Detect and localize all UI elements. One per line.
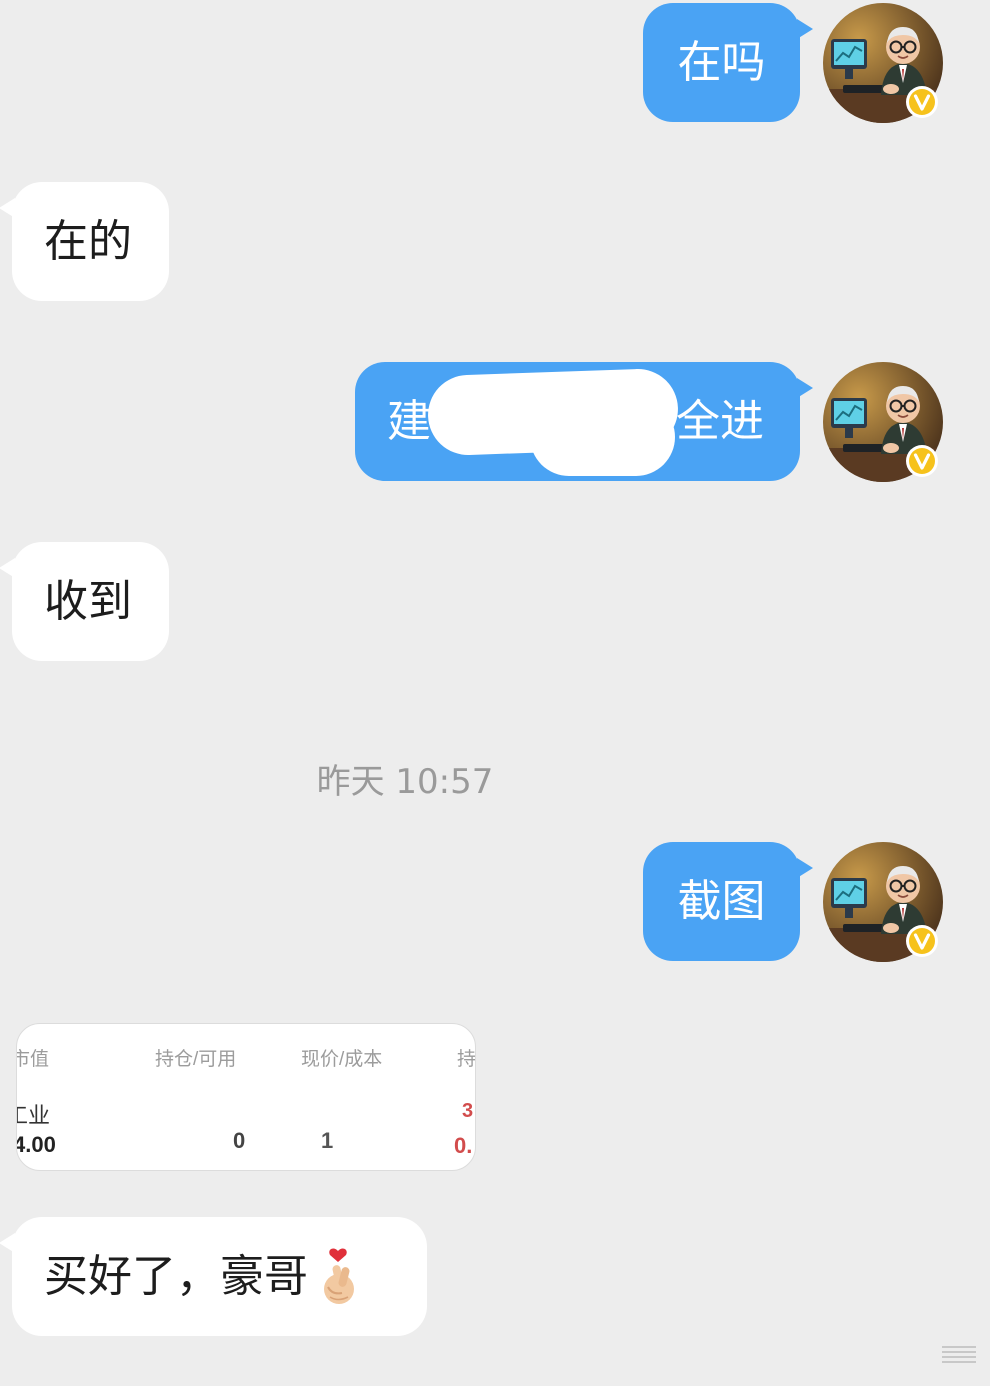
redaction-mark (335, 1124, 420, 1146)
avatar-icon (823, 362, 943, 482)
message-text: 在的 (44, 215, 132, 267)
column-header-position: 持仓/可用 (155, 1049, 237, 1070)
avatar-icon (823, 3, 943, 123)
profit-value: 3 (462, 1100, 474, 1122)
user-avatar[interactable] (823, 3, 943, 123)
avatar-icon (823, 842, 943, 962)
message-text: 在吗 (677, 36, 766, 88)
message-text-end: 全进 (676, 395, 764, 447)
message-bubble-outgoing[interactable]: 在吗 (643, 3, 813, 122)
user-avatar[interactable] (823, 842, 943, 962)
stock-name: 工业 (17, 1103, 51, 1128)
column-header-price: 现价/成本 (301, 1049, 383, 1070)
finger-heart-icon (324, 1247, 354, 1304)
redaction-mark (530, 398, 675, 476)
message-bubble-incoming[interactable]: 在的 (0, 182, 169, 301)
message-text-start: 建 (387, 395, 431, 447)
user-avatar[interactable] (823, 362, 943, 482)
resize-handle-icon[interactable] (940, 1344, 978, 1366)
message-text: 买好了，豪哥 (44, 1250, 308, 1302)
image-message-screenshot[interactable]: 市值 持仓/可用 现价/成本 持 工业 3 4.00 0 1 0. (16, 1023, 476, 1171)
available-quantity: 0 (233, 1128, 246, 1153)
timestamp: 昨天 10:57 (316, 762, 494, 802)
message-bubble-outgoing[interactable]: 截图 (643, 842, 813, 961)
finger-heart-emoji (318, 1247, 358, 1307)
market-value: 4.00 (16, 1132, 56, 1157)
current-price: 1 (321, 1128, 334, 1153)
message-text: 收到 (44, 575, 132, 627)
column-header-market-value: 市值 (17, 1049, 50, 1070)
column-header-holding: 持 (457, 1049, 476, 1070)
message-bubble-incoming[interactable]: 收到 (0, 542, 169, 661)
message-bubble-incoming[interactable]: 买好了，豪哥 (0, 1217, 427, 1336)
profit-ratio: 0. (454, 1133, 473, 1158)
message-text: 截图 (677, 875, 766, 927)
